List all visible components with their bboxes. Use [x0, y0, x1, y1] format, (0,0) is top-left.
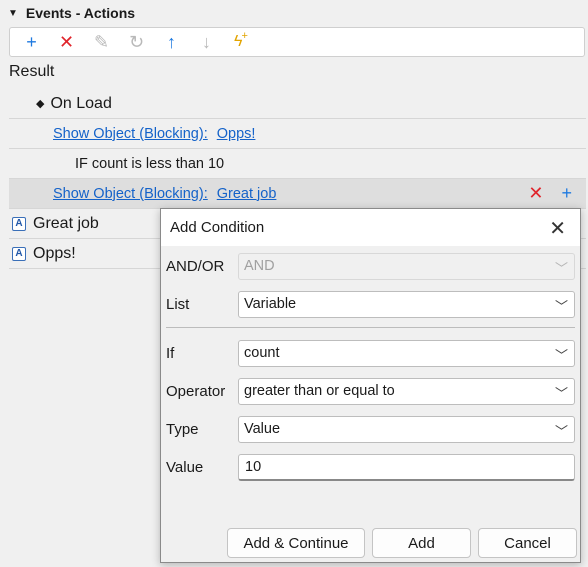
event-label: On Load: [50, 94, 112, 112]
operator-select[interactable]: greater than or equal to ﹀: [238, 377, 575, 405]
text-object-icon: A: [12, 216, 26, 231]
move-up-icon[interactable]: ↑: [154, 28, 189, 56]
event-row[interactable]: ◆ On Load: [9, 89, 586, 119]
chevron-down-icon: ﹀: [554, 298, 568, 314]
value-label: Value: [166, 458, 204, 476]
remove-action-icon[interactable]: ✕: [528, 183, 543, 204]
edit-icon[interactable]: ✎: [84, 28, 119, 56]
diamond-icon: ◆: [36, 98, 45, 110]
operator-row: Operator greater than or equal to ﹀: [161, 377, 580, 405]
if-select[interactable]: count ﹀: [238, 339, 575, 367]
value-row: Value 10: [161, 453, 580, 481]
object-label: Great job: [33, 214, 99, 232]
type-label: Type: [166, 420, 199, 438]
chevron-down-icon: ﹀: [554, 385, 568, 401]
add-button[interactable]: Add: [372, 528, 471, 558]
type-row: Type Value ﹀: [161, 415, 580, 443]
refresh-icon[interactable]: ↻: [119, 28, 154, 56]
chevron-down-icon: ﹀: [554, 347, 568, 363]
collapse-caret-icon[interactable]: ▼: [8, 8, 18, 19]
panel-title: Events - Actions: [25, 5, 136, 21]
dialog-titlebar: Add Condition ✕: [161, 209, 580, 246]
text-object-icon: A: [12, 246, 26, 261]
actions-toolbar: + ✕ ✎ ↻ ↑ ↓ ϟ +: [9, 27, 585, 57]
dialog-title: Add Condition: [170, 219, 265, 236]
if-label: If: [166, 344, 175, 362]
action-target-link[interactable]: Great job: [217, 186, 277, 202]
add-continue-button[interactable]: Add & Continue: [227, 528, 365, 558]
operator-value: greater than or equal to: [244, 383, 395, 399]
panel-header[interactable]: ▼ Events - Actions: [0, 0, 588, 26]
type-value: Value: [244, 421, 281, 437]
action-target-link[interactable]: Opps!: [217, 126, 256, 142]
action-row-selected[interactable]: Show Object (Blocking): Great job ✕ +: [9, 179, 586, 209]
list-row: List Variable ﹀: [161, 290, 580, 318]
chevron-down-icon: ﹀: [554, 423, 568, 439]
add-condition-icon[interactable]: +: [561, 183, 572, 204]
andor-label: AND/OR: [166, 257, 225, 275]
move-down-icon[interactable]: ↓: [189, 28, 224, 56]
condition-row[interactable]: IF count is less than 10: [9, 149, 586, 179]
condition-text: IF count is less than 10: [75, 155, 225, 172]
close-icon[interactable]: ✕: [549, 216, 566, 241]
andor-select[interactable]: AND ﹀: [238, 252, 575, 280]
andor-row: AND/OR AND ﹀: [161, 252, 580, 280]
list-label: List: [166, 295, 190, 313]
action-type-link[interactable]: Show Object (Blocking):: [53, 186, 208, 202]
row-actions: ✕ +: [528, 183, 572, 204]
operator-label: Operator: [166, 382, 226, 400]
add-condition-dialog: Add Condition ✕ AND/OR AND ﹀ List Variab…: [160, 208, 581, 563]
value-input[interactable]: 10: [238, 453, 575, 481]
value-input-text: 10: [245, 458, 262, 475]
separator: [166, 327, 575, 328]
andor-value: AND: [244, 258, 275, 274]
if-row: If count ﹀: [161, 339, 580, 367]
list-select[interactable]: Variable ﹀: [238, 290, 575, 318]
add-trigger-icon[interactable]: ϟ +: [224, 28, 259, 56]
if-value: count: [244, 345, 280, 361]
cancel-button[interactable]: Cancel: [478, 528, 577, 558]
chevron-down-icon: ﹀: [554, 260, 568, 276]
type-select[interactable]: Value ﹀: [238, 415, 575, 443]
object-label: Opps!: [33, 244, 76, 262]
action-row[interactable]: Show Object (Blocking): Opps!: [9, 119, 586, 149]
add-icon[interactable]: +: [14, 28, 49, 56]
action-type-link[interactable]: Show Object (Blocking):: [53, 126, 208, 142]
result-label: Result: [9, 63, 55, 80]
delete-icon[interactable]: ✕: [49, 28, 84, 56]
list-value: Variable: [244, 296, 297, 312]
